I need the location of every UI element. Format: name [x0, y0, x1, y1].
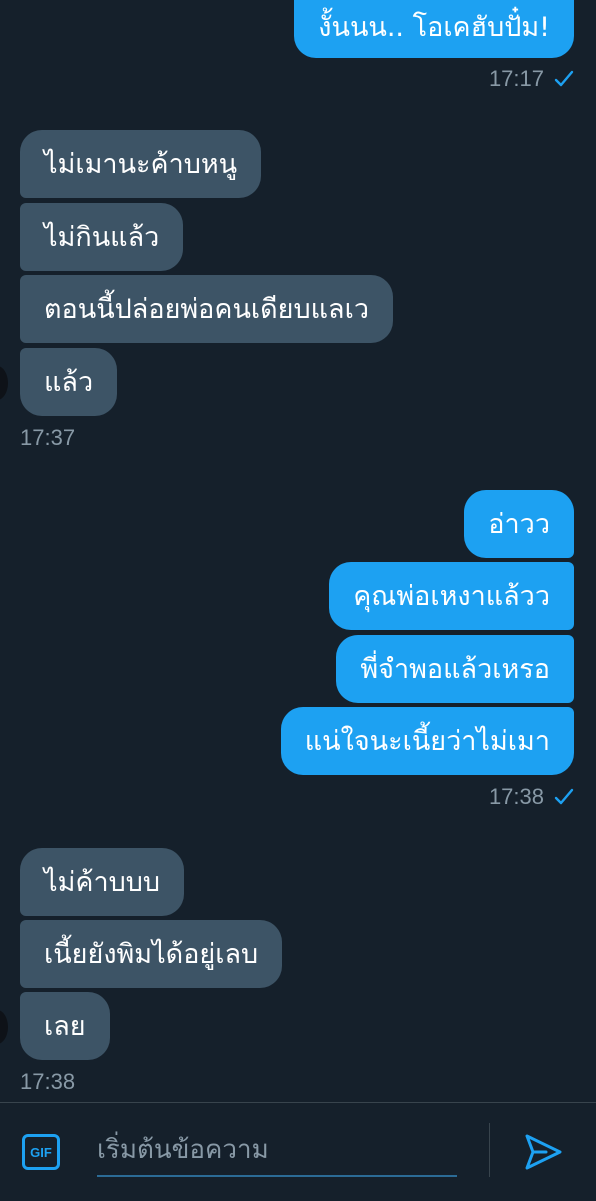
message-text: อ่าวว	[488, 508, 550, 540]
message-bubble-sent[interactable]: คุณพ่อเหงาแล้วว	[329, 562, 574, 630]
timestamp-text: 17:37	[20, 425, 76, 450]
message-bubble-received[interactable]: เลย	[20, 992, 110, 1060]
message-composer: GIF เริ่มต้นข้อความ	[0, 1102, 596, 1201]
message-text: ไม่ค้าบบบ	[44, 866, 161, 898]
timestamp-text: 17:38	[488, 784, 544, 809]
message-text: งั้นนน.. โอเคฮับปั๋ม!	[318, 11, 550, 43]
message-bubble-received[interactable]: แล้ว	[20, 348, 118, 416]
message-bubble-received[interactable]: ตอนนี้ปล่อยพ่อคนเดียบแลเว	[20, 275, 393, 343]
avatar[interactable]	[0, 1010, 8, 1044]
message-text: พี่จำพอแล้วเหรอ	[360, 653, 550, 685]
timestamp: 17:37	[20, 425, 75, 451]
timestamp: 17:17	[489, 66, 574, 92]
timestamp-text: 17:38	[20, 1069, 76, 1094]
message-text: เนี้ยยังพิมได้อยู่เลบ	[44, 938, 259, 970]
message-bubble-received[interactable]: เนี้ยยังพิมได้อยู่เลบ	[20, 920, 283, 988]
message-text: แล้ว	[44, 366, 94, 398]
message-text: เลย	[44, 1010, 86, 1042]
message-text: ไม่เมานะค้าบหนู	[44, 148, 238, 180]
timestamp: 17:38	[489, 784, 574, 810]
avatar[interactable]	[0, 366, 8, 400]
message-text: แน่ใจนะเนี้ยว่าไม่เมา	[304, 725, 550, 757]
message-text: ไม่กินแล้ว	[44, 221, 160, 253]
message-text: คุณพ่อเหงาแล้วว	[353, 580, 550, 612]
check-icon	[554, 788, 574, 805]
message-bubble-sent[interactable]: อ่าวว	[464, 490, 574, 558]
check-icon	[554, 70, 574, 87]
message-bubble-received[interactable]: ไม่กินแล้ว	[20, 203, 184, 271]
message-bubble-sent[interactable]: งั้นนน.. โอเคฮับปั๋ม!	[294, 0, 574, 58]
message-bubble-received[interactable]: ไม่ค้าบบบ	[20, 848, 185, 916]
message-input-placeholder: เริ่มต้นข้อความ	[97, 1134, 269, 1165]
gif-button[interactable]: GIF	[22, 1134, 60, 1170]
message-bubble-sent[interactable]: พี่จำพอแล้วเหรอ	[336, 635, 574, 703]
gif-icon: GIF	[30, 1144, 52, 1160]
timestamp: 17:38	[20, 1069, 75, 1095]
composer-divider	[489, 1123, 490, 1177]
message-input[interactable]: เริ่มต้นข้อความ	[97, 1123, 457, 1177]
message-text: ตอนนี้ปล่อยพ่อคนเดียบแลเว	[44, 293, 369, 325]
message-bubble-sent[interactable]: แน่ใจนะเนี้ยว่าไม่เมา	[280, 707, 574, 775]
send-icon[interactable]	[522, 1131, 564, 1173]
timestamp-text: 17:17	[488, 66, 544, 91]
message-bubble-received[interactable]: ไม่เมานะค้าบหนู	[20, 130, 262, 198]
